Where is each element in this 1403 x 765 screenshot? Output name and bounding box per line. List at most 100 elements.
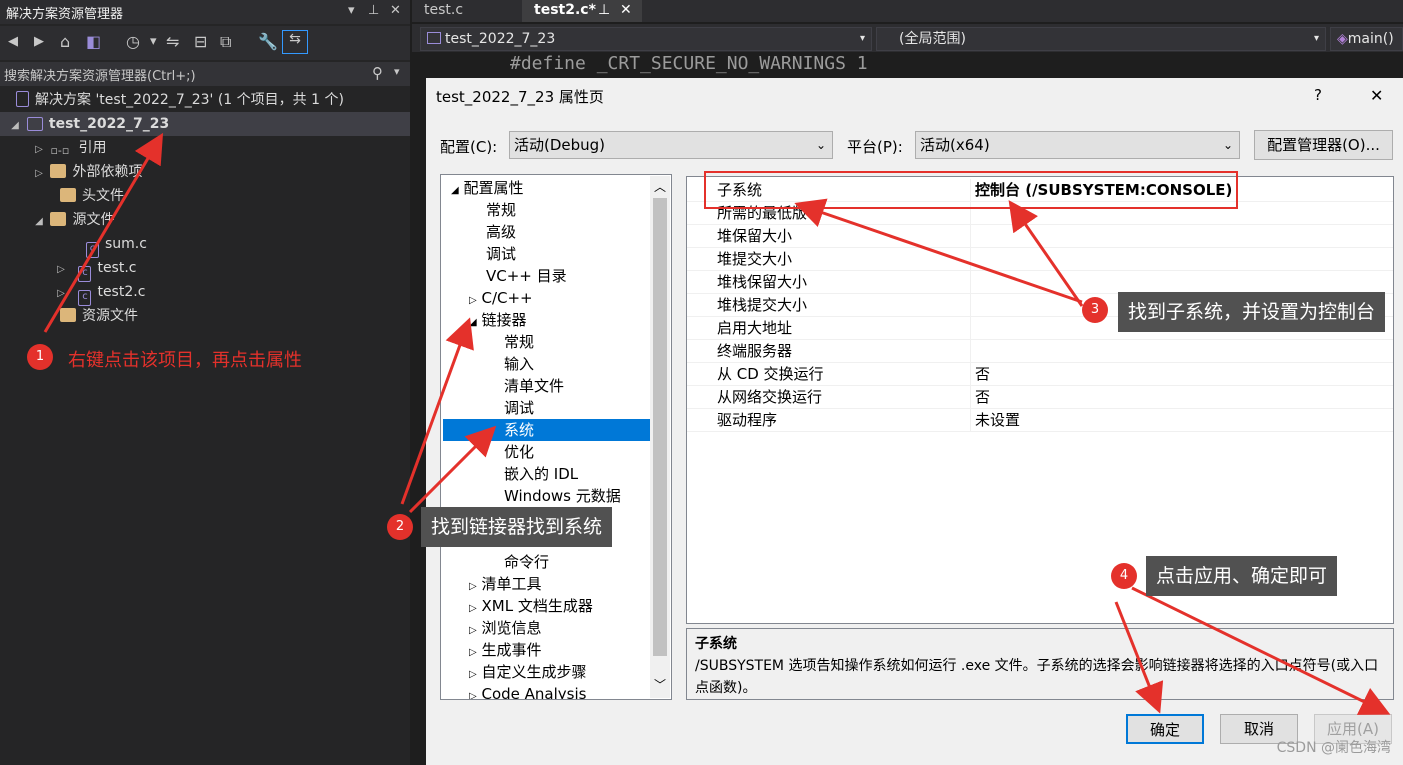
member-dropdown[interactable]: ◈main() [1330, 27, 1403, 51]
tree-item-build-events[interactable]: ▷ 生成事件 [469, 639, 542, 661]
tree-item-solution[interactable]: 解决方案 'test_2022_7_23' (1 个项目，共 1 个) [0, 88, 410, 112]
expand-icon[interactable]: ▷ [469, 625, 477, 636]
search-input[interactable]: 搜索解决方案资源管理器(Ctrl+;) ⚲ ▾ [0, 62, 410, 86]
pin-icon[interactable]: ⊥ [598, 0, 610, 20]
tree-item-test2-c[interactable]: ▷ c test2.c [0, 280, 410, 306]
search-icon[interactable]: ⚲ [372, 64, 383, 82]
config-manager-button[interactable]: 配置管理器(O)... [1254, 130, 1393, 160]
tree-item-project[interactable]: ◢ test_2022_7_23 [0, 112, 410, 136]
close-tab-icon[interactable]: ✕ [620, 0, 632, 20]
help-icon[interactable]: ? [1314, 86, 1322, 104]
preview-icon[interactable]: ⇆ [282, 30, 308, 54]
tree-item-c-cpp[interactable]: ▷ C/C++ [469, 287, 533, 309]
expand-icon[interactable]: ▷ [54, 282, 68, 306]
property-row-swap-cd[interactable]: 从 CD 交换运行 否 [687, 363, 1393, 386]
tree-item-sum-c[interactable]: c sum.c [0, 232, 410, 258]
property-row-driver[interactable]: 驱动程序 未设置 [687, 409, 1393, 432]
tab-test2-c[interactable]: test2.c* ⊥ ✕ [522, 0, 642, 22]
scope-dropdown[interactable]: (全局范围) ▾ [876, 27, 1326, 51]
tab-test-c[interactable]: test.c [412, 0, 520, 22]
scrollbar-thumb[interactable] [653, 198, 667, 656]
tree-item-sources[interactable]: ◢ 源文件 [0, 208, 410, 232]
expand-icon[interactable]: ▷ [54, 258, 68, 282]
expand-icon[interactable]: ▷ [469, 603, 477, 614]
tree-item-references[interactable]: ▷ ▫-▫ 引用 [0, 136, 410, 160]
tree-item-label: 头文件 [82, 188, 124, 204]
config-select[interactable]: 活动(Debug) ⌄ [509, 131, 833, 159]
close-icon[interactable]: ✕ [1370, 86, 1383, 105]
back-icon[interactable]: ◀ [8, 34, 18, 49]
tree-item-linker-input[interactable]: 输入 [504, 353, 534, 375]
scroll-up-icon[interactable]: ︿ [654, 178, 666, 195]
close-icon[interactable]: ✕ [390, 3, 401, 18]
project-dropdown[interactable]: test_2022_7_23 ▾ [420, 27, 872, 51]
dropdown-icon[interactable]: ▾ [348, 3, 355, 18]
property-row-swap-net[interactable]: 从网络交换运行 否 [687, 386, 1393, 409]
tree-item-resources[interactable]: 资源文件 [0, 304, 410, 328]
tree-item-custom-build[interactable]: ▷ 自定义生成步骤 [469, 661, 587, 683]
navigation-bar: test_2022_7_23 ▾ (全局范围) ▾ ◈main() [412, 24, 1403, 52]
tree-item-linker-windows-metadata[interactable]: Windows 元数据 [504, 485, 621, 507]
tree-item-linker-command-line[interactable]: 命令行 [504, 551, 549, 573]
tree-item-browse-info[interactable]: ▷ 浏览信息 [469, 617, 542, 639]
switch-view-icon[interactable]: ◧ [86, 32, 101, 51]
tree-item-advanced[interactable]: 高级 [486, 221, 516, 243]
property-row-terminal-server[interactable]: 终端服务器 [687, 340, 1393, 363]
property-row-heap-commit[interactable]: 堆提交大小 [687, 248, 1393, 271]
property-row-stack-reserve[interactable]: 堆栈保留大小 [687, 271, 1393, 294]
history-dropdown-icon[interactable]: ▾ [150, 34, 157, 49]
tree-item-linker[interactable]: ◢ 链接器 [469, 309, 527, 331]
expand-icon[interactable]: ▷ [469, 581, 477, 592]
tree-item-linker-manifest[interactable]: 清单文件 [504, 375, 564, 397]
tree-item-test-c[interactable]: ▷ c test.c [0, 256, 410, 282]
property-name: 堆提交大小 [717, 250, 793, 268]
tree-item-general[interactable]: 常规 [486, 199, 516, 221]
expand-icon[interactable]: ▷ [469, 295, 477, 306]
forward-icon[interactable]: ▶ [34, 34, 44, 49]
tree-item-linker-debugging[interactable]: 调试 [504, 397, 534, 419]
tree-item-code-analysis[interactable]: ▷ Code Analysis [469, 683, 586, 699]
description-title: 子系统 [695, 636, 737, 652]
expand-icon[interactable]: ◢ [469, 317, 477, 328]
platform-select[interactable]: 活动(x64) ⌄ [915, 131, 1240, 159]
expand-icon[interactable]: ▷ [469, 691, 477, 699]
search-options-icon[interactable]: ▾ [394, 65, 400, 78]
chevron-down-icon: ⌄ [1222, 138, 1233, 152]
collapse-all-icon[interactable]: ⊟ [194, 32, 207, 51]
column-divider [970, 386, 971, 409]
history-icon[interactable]: ◷ [126, 32, 140, 51]
expand-icon[interactable]: ▷ [469, 647, 477, 658]
tree-item-xml-doc[interactable]: ▷ XML 文档生成器 [469, 595, 593, 617]
ok-button[interactable]: 确定 [1126, 714, 1204, 744]
tree-item-linker-embedded-idl[interactable]: 嵌入的 IDL [504, 463, 578, 485]
tree-item-external-deps[interactable]: ▷ 外部依赖项 [0, 160, 410, 184]
properties-wrench-icon[interactable]: 🔧 [258, 32, 278, 51]
expand-icon[interactable]: ▷ [32, 138, 46, 162]
tree-item-label: 自定义生成步骤 [481, 663, 587, 681]
property-row-heap-reserve[interactable]: 堆保留大小 [687, 225, 1393, 248]
expand-icon[interactable]: ▷ [469, 669, 477, 680]
expand-icon[interactable]: ▷ [32, 162, 46, 186]
platform-label: 平台(P): [847, 138, 903, 156]
tree-item-debugging[interactable]: 调试 [486, 243, 516, 265]
property-name: 启用大地址 [717, 319, 793, 337]
column-divider [970, 248, 971, 271]
show-all-files-icon[interactable]: ⧉ [220, 32, 231, 52]
tree-item-config-properties[interactable]: ◢ 配置属性 [451, 177, 524, 199]
tree-item-linker-general[interactable]: 常规 [504, 331, 534, 353]
scroll-down-icon[interactable]: ﹀ [654, 676, 666, 693]
expand-icon[interactable]: ◢ [451, 185, 459, 196]
pin-icon[interactable]: ⊥ [368, 3, 379, 18]
tree-item-vc-directories[interactable]: VC++ 目录 [486, 265, 567, 287]
tree-item-manifest-tool[interactable]: ▷ 清单工具 [469, 573, 542, 595]
step4-badge: 4 [1111, 563, 1137, 589]
tree-item-headers[interactable]: 头文件 [0, 184, 410, 208]
home-icon[interactable]: ⌂ [60, 32, 70, 51]
expand-icon[interactable]: ◢ [32, 210, 46, 234]
tree-item-linker-optimization[interactable]: 优化 [504, 441, 534, 463]
expand-icon[interactable]: ◢ [8, 114, 22, 138]
tree-item-linker-system[interactable]: 系统 [443, 419, 651, 441]
sync-icon[interactable]: ⇋ [166, 32, 179, 51]
tree-scrollbar[interactable]: ︿ ﹀ [650, 176, 670, 698]
tree-item-label: test2.c [97, 284, 146, 300]
